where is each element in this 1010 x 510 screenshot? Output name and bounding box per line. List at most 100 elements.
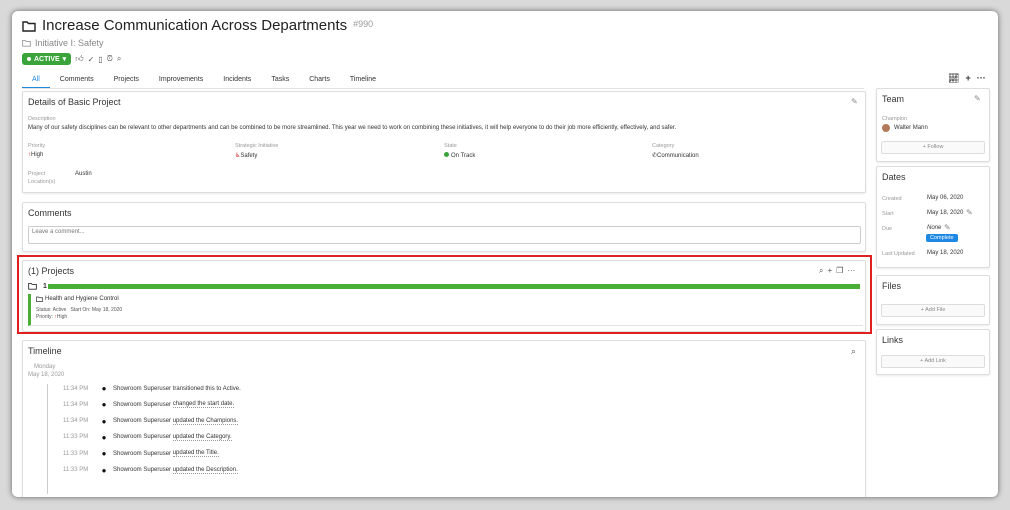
timeline-time: 11:33 PM	[63, 467, 89, 473]
files-card: Files + Add File	[876, 275, 990, 325]
strategic-label: Strategic Initiative	[235, 143, 279, 149]
comments-card: Comments Leave a comment...	[22, 202, 866, 252]
user-icon: ●	[101, 465, 107, 475]
search-icon[interactable]: ⌕	[851, 346, 856, 357]
comments-title: Comments	[28, 208, 72, 218]
timeline-date: May 18, 2020	[28, 372, 65, 378]
timeline-card: Timeline ⌕ Monday May 18, 2020 11:34 PM ●…	[22, 340, 866, 497]
timeline-title: Timeline	[28, 346, 62, 356]
timeline-action-link[interactable]: updated the Champions.	[172, 418, 239, 425]
timeline-action-link[interactable]: changed the start date.	[172, 401, 235, 409]
status-label: ACTIVE	[34, 55, 60, 63]
tab-all[interactable]: All	[22, 73, 50, 89]
timeline-time: 11:34 PM	[63, 385, 89, 392]
alarm-icon[interactable]: ⏰︎	[107, 54, 113, 64]
timeline-action: transitioned this to Active.	[172, 385, 241, 392]
tab-comments[interactable]: Comments	[50, 73, 104, 89]
start-label: Start	[882, 211, 894, 217]
timeline-day: Monday	[34, 364, 56, 370]
timeline-time: 11:34 PM	[63, 418, 89, 425]
champion-label: Champion	[882, 116, 908, 122]
tab-tasks[interactable]: Tasks	[261, 73, 299, 89]
user-icon: ●	[101, 416, 107, 426]
add-file-button[interactable]: + Add File	[881, 304, 985, 317]
avatar	[882, 124, 890, 132]
timeline-time: 11:33 PM	[63, 450, 89, 457]
tab-bar: All Comments Projects Improvements Incid…	[22, 73, 386, 89]
plus-icon[interactable]: +	[965, 73, 970, 84]
strategic-value: ♿︎Safety	[235, 152, 257, 159]
timeline-action-link[interactable]: updated the Description.	[172, 467, 238, 474]
start-value: May 18, 2020	[927, 210, 964, 216]
app-window: Increase Communication Across Department…	[12, 11, 998, 497]
chart-icon[interactable]: 📈︎	[948, 73, 959, 84]
pencil-icon[interactable]: ✎	[944, 223, 951, 232]
thumbs-up-icon[interactable]: 👍︎	[75, 54, 83, 64]
follow-button[interactable]: + Follow	[881, 141, 985, 154]
status-dropdown[interactable]: ACTIVE ▾	[22, 53, 72, 65]
check-circle-icon[interactable]: ✓	[88, 55, 95, 64]
zoom-icon[interactable]: ⌕	[117, 54, 121, 64]
due-value: None	[927, 225, 942, 231]
state-text: On Track	[451, 153, 476, 159]
status-row: ACTIVE ▾ 👍︎ ✓ ▯ ⏰︎ ⌕	[22, 53, 121, 65]
tab-charts[interactable]: Charts	[299, 73, 340, 89]
priority-text: High	[31, 152, 44, 158]
pencil-icon[interactable]: ✎	[974, 94, 981, 103]
folder-icon	[22, 20, 36, 32]
champion-row: Walter Mann	[882, 124, 928, 132]
projects-highlight-box	[17, 255, 872, 334]
timeline-user: Showroom Superuser	[113, 434, 172, 441]
team-title: Team	[882, 94, 905, 104]
timeline-entry: 11:33 PM ● Showroom Superuser updated the …	[63, 433, 232, 442]
more-icon[interactable]: ···	[977, 73, 986, 84]
complete-button[interactable]: Complete	[926, 234, 958, 242]
created-value: May 06, 2020	[927, 195, 964, 201]
comment-input[interactable]: Leave a comment...	[28, 226, 861, 244]
created-label: Created	[882, 196, 902, 202]
details-card: Details of Basic Project ✎ Description M…	[22, 91, 866, 193]
header-actions: 📈︎ + ···	[948, 73, 986, 84]
priority-label: Priority	[28, 143, 46, 149]
timeline-user: Showroom Superuser	[113, 450, 172, 457]
user-icon: ●	[101, 432, 107, 442]
timeline-action-link[interactable]: updated the Title.	[172, 450, 219, 458]
page-title: Increase Communication Across Department…	[42, 17, 348, 34]
initiative-label: Initiative I: Safety	[35, 38, 104, 48]
state-value: On Track	[444, 152, 475, 159]
timeline-user: Showroom Superuser	[113, 418, 172, 425]
timeline-rail	[47, 384, 48, 494]
user-icon: ●	[101, 449, 107, 459]
tab-timeline[interactable]: Timeline	[340, 73, 386, 89]
page-header: Increase Communication Across Department…	[22, 17, 373, 34]
strategic-text: Safety	[240, 153, 258, 159]
tab-incidents[interactable]: Incidents	[213, 73, 261, 89]
state-label: State	[444, 143, 457, 149]
bookmark-icon[interactable]: ▯	[98, 55, 102, 64]
pencil-icon[interactable]: ✎	[966, 208, 973, 217]
description-label: Description	[28, 116, 56, 122]
folder-icon	[22, 39, 31, 47]
timeline-user: Showroom Superuser	[113, 401, 172, 408]
timeline-action-link[interactable]: updated the Category.	[172, 434, 232, 441]
location-label: Project Location(s)	[28, 171, 56, 185]
dates-card: Dates Created May 06, 2020 Start May 18,…	[876, 166, 990, 268]
initiative-link[interactable]: Initiative I: Safety	[22, 38, 104, 48]
dates-title: Dates	[882, 172, 906, 182]
timeline-time: 11:33 PM	[63, 434, 89, 441]
tab-improvements[interactable]: Improvements	[149, 73, 213, 89]
add-link-button[interactable]: + Add Link	[881, 355, 985, 368]
pencil-icon[interactable]: ✎	[851, 97, 858, 106]
champion-name: Walter Mann	[894, 125, 928, 131]
updated-value: May 18, 2020	[927, 250, 964, 256]
team-card: Team ✎ Champion Walter Mann + Follow	[876, 88, 990, 162]
category-text: Communication	[657, 153, 699, 159]
due-label: Due	[882, 226, 893, 232]
status-dot-icon	[444, 152, 449, 157]
links-card: Links + Add Link	[876, 329, 990, 375]
timeline-user: Showroom Superuser	[113, 385, 172, 392]
tab-projects[interactable]: Projects	[104, 73, 149, 89]
timeline-entry: 11:34 PM ● Showroom Superuser updated the …	[63, 416, 239, 426]
timeline-entry: 11:33 PM ● Showroom Superuser updated the …	[63, 449, 219, 458]
updated-label: Last Updated	[882, 251, 915, 257]
